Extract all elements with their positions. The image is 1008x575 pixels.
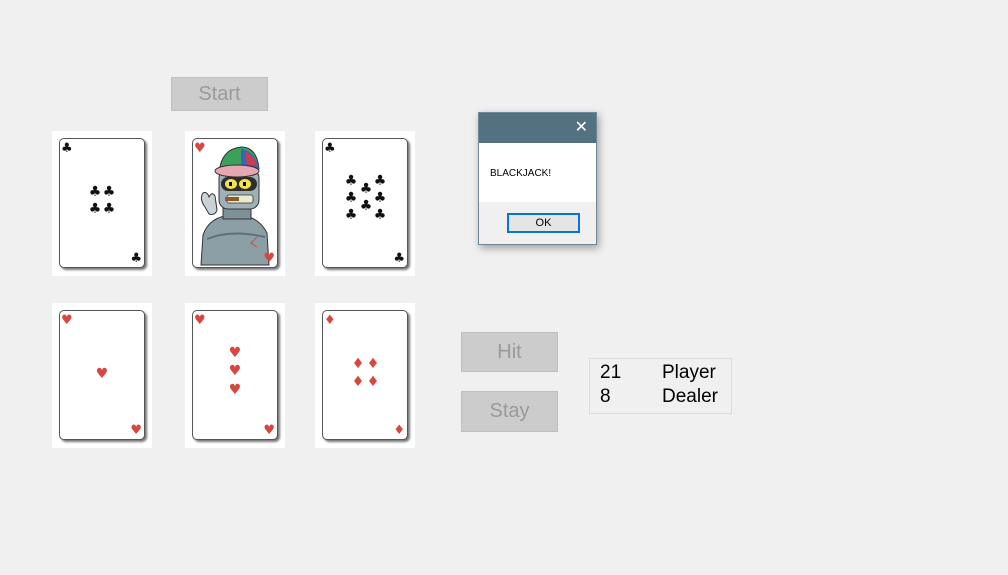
player-card-2: ♥ ♥ ♥ ♥ ♥	[185, 303, 285, 448]
club-icon: ♣	[88, 201, 102, 217]
heart-icon: ♥	[194, 313, 206, 328]
player-card-3: ♦ ♦ ♦ ♦ ♦ ♦	[315, 303, 415, 448]
club-icon: ♣	[102, 184, 116, 200]
player-score: 21	[600, 362, 622, 383]
dealer-card-1: ♣ ♣ ♣ ♣ ♣ ♣	[52, 131, 152, 276]
robot-king-icon	[200, 146, 270, 266]
dealer-score: 8	[600, 386, 611, 407]
heart-icon: ♥	[61, 313, 73, 328]
close-icon[interactable]: ✕	[575, 119, 588, 135]
ok-button[interactable]: OK	[507, 213, 580, 233]
club-icon: ♣	[324, 141, 336, 156]
stay-button[interactable]: Stay	[461, 391, 558, 432]
heart-icon: ♥	[263, 423, 275, 438]
heart-icon: ♥	[228, 382, 242, 398]
club-icon: ♣	[102, 201, 116, 217]
club-icon: ♣	[373, 207, 387, 223]
dialog-title-bar[interactable]: ✕	[479, 113, 596, 143]
heart-icon: ♥	[263, 251, 275, 266]
diamond-icon: ♦	[351, 374, 365, 390]
start-button[interactable]: Start	[171, 77, 268, 111]
dealer-label: Dealer	[662, 386, 718, 407]
club-icon: ♣	[344, 207, 358, 223]
club-icon: ♣	[373, 173, 387, 189]
club-icon: ♣	[359, 181, 373, 197]
diamond-icon: ♦	[393, 423, 405, 438]
dealer-card-3: ♣ ♣ ♣ ♣ ♣ ♣ ♣ ♣ ♣ ♣	[315, 131, 415, 276]
heart-icon: ♥	[228, 345, 242, 361]
dealer-card-2: ♥ ♥	[185, 131, 285, 276]
hit-button[interactable]: Hit	[461, 332, 558, 372]
heart-icon: ♥	[228, 363, 242, 379]
club-icon: ♣	[88, 184, 102, 200]
player-label: Player	[662, 362, 716, 383]
club-icon: ♣	[359, 198, 373, 214]
player-card-1: ♥ ♥ ♥	[52, 303, 152, 448]
dialog-body: BLACKJACK!	[479, 143, 596, 202]
dialog-message: BLACKJACK!	[490, 168, 552, 179]
club-icon: ♣	[393, 251, 405, 266]
club-icon: ♣	[344, 190, 358, 206]
heart-icon: ♥	[95, 366, 109, 382]
club-icon: ♣	[344, 173, 358, 189]
score-panel: 21 Player 8 Dealer	[589, 358, 732, 414]
diamond-icon: ♦	[366, 356, 380, 372]
heart-icon: ♥	[130, 423, 142, 438]
club-icon: ♣	[130, 251, 142, 266]
message-dialog: ✕ BLACKJACK! OK	[478, 112, 597, 245]
diamond-icon: ♦	[366, 374, 380, 390]
club-icon: ♣	[373, 190, 387, 206]
diamond-icon: ♦	[324, 313, 336, 328]
club-icon: ♣	[61, 141, 73, 156]
diamond-icon: ♦	[351, 356, 365, 372]
